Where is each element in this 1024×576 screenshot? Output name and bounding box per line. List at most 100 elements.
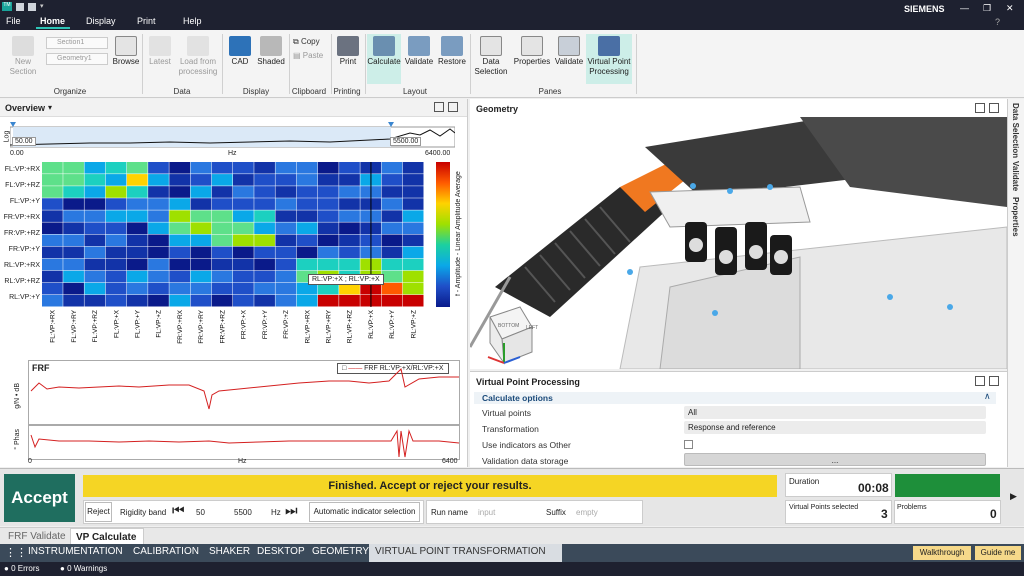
heatmap-cell[interactable] [169, 222, 191, 234]
heatmap-cell[interactable] [42, 222, 63, 234]
geometry-pin-icon[interactable] [975, 103, 985, 113]
data-selection-button[interactable]: Data Selection [474, 36, 508, 77]
heatmap-cell[interactable] [190, 294, 212, 307]
heatmap-cell[interactable] [254, 162, 275, 174]
heatmap-cell[interactable] [254, 270, 275, 283]
heatmap-cell[interactable] [233, 210, 254, 222]
heatmap-cell[interactable] [211, 270, 233, 283]
heatmap-cell[interactable] [63, 210, 84, 222]
heatmap-cell[interactable] [126, 270, 148, 283]
heatmap-cell[interactable] [402, 270, 424, 283]
heatmap-cell[interactable] [317, 174, 339, 186]
heatmap-cell[interactable] [190, 246, 212, 259]
quick-access-dropdown-icon[interactable]: ▾ [40, 2, 44, 10]
heatmap-cell[interactable] [84, 210, 106, 222]
heatmap-cell[interactable] [211, 234, 233, 247]
calculate-button[interactable]: Calculate [367, 34, 401, 84]
heatmap-cell[interactable] [190, 282, 212, 295]
tab-vp-calculate[interactable]: VP Calculate [70, 528, 144, 545]
heatmap-cell[interactable] [84, 222, 106, 234]
heatmap-cell[interactable] [339, 198, 360, 210]
heatmap-cell[interactable] [296, 162, 318, 174]
heatmap-cell[interactable] [84, 186, 106, 198]
heatmap-cell[interactable] [254, 294, 275, 307]
heatmap-cell[interactable] [254, 282, 275, 295]
heatmap-cell[interactable] [190, 270, 212, 283]
heatmap-cell[interactable] [402, 186, 424, 198]
heatmap-cell[interactable] [254, 210, 275, 222]
heatmap-cell[interactable] [296, 186, 318, 198]
heatmap-cell[interactable] [169, 174, 191, 186]
validation-storage-field[interactable]: ... [684, 453, 986, 466]
heatmap-cell[interactable] [296, 174, 318, 186]
heatmap-cell[interactable] [381, 174, 403, 186]
heatmap-cell[interactable] [169, 270, 191, 283]
accept-button[interactable]: Accept [4, 474, 75, 522]
heatmap-cell[interactable] [275, 282, 297, 295]
heatmap-cell[interactable] [105, 174, 127, 186]
heatmap-cell[interactable] [148, 294, 169, 307]
heatmap-cell[interactable] [63, 174, 84, 186]
side-tab-properties[interactable]: Properties [1011, 197, 1020, 237]
geometry-3d-view[interactable] [470, 117, 1007, 369]
menu-print[interactable]: Print [137, 16, 156, 26]
heatmap-cell[interactable] [190, 234, 212, 247]
heatmap-cell[interactable] [42, 258, 63, 271]
pane-pin-icon[interactable] [434, 102, 444, 112]
heatmap-cell[interactable] [84, 174, 106, 186]
latest-button[interactable]: Latest [146, 36, 174, 67]
heatmap-cell[interactable] [254, 222, 275, 234]
heatmap-cell[interactable] [381, 162, 403, 174]
geometry-maximize-icon[interactable] [989, 103, 999, 113]
heatmap-cell[interactable] [105, 270, 127, 283]
heatmap-cell[interactable] [169, 246, 191, 259]
heatmap-cell[interactable] [63, 258, 84, 271]
tab-calibration[interactable]: CALIBRATION [133, 546, 199, 557]
heatmap-cell[interactable] [233, 186, 254, 198]
heatmap-cell[interactable] [296, 294, 318, 307]
pane-maximize-icon[interactable] [448, 102, 458, 112]
band-low-input[interactable]: 50 [196, 508, 205, 517]
run-name-input[interactable]: input [478, 508, 495, 517]
heatmap-cell[interactable] [339, 210, 360, 222]
browse-button[interactable]: Browse [112, 36, 140, 67]
heatmap-cell[interactable] [148, 222, 169, 234]
heatmap-cell[interactable] [381, 222, 403, 234]
heatmap-cell[interactable] [169, 162, 191, 174]
apps-grid-icon[interactable]: ⋮⋮ [5, 546, 27, 559]
menu-file[interactable]: File [6, 16, 21, 26]
heatmap-cell[interactable] [63, 270, 84, 283]
fr-matrix-heatmap[interactable] [42, 162, 424, 307]
paste-button[interactable]: ▤ Paste [293, 51, 323, 60]
heatmap-cell[interactable] [63, 234, 84, 247]
heatmap-cell[interactable] [169, 282, 191, 295]
heatmap-cell[interactable] [275, 294, 297, 307]
heatmap-cell[interactable] [381, 258, 403, 271]
heatmap-cell[interactable] [63, 294, 84, 307]
heatmap-cell[interactable] [105, 186, 127, 198]
use-indicators-checkbox[interactable] [684, 440, 693, 449]
heatmap-cell[interactable] [402, 198, 424, 210]
heatmap-cell[interactable] [402, 258, 424, 271]
slider-left-value[interactable]: 50.00 [12, 137, 36, 146]
heatmap-cell[interactable] [211, 294, 233, 307]
heatmap-cell[interactable] [233, 198, 254, 210]
heatmap-cell[interactable] [402, 174, 424, 186]
heatmap-cell[interactable] [254, 198, 275, 210]
shaded-button[interactable]: Shaded [256, 36, 286, 67]
heatmap-cell[interactable] [317, 294, 339, 307]
heatmap-cell[interactable] [42, 162, 63, 174]
heatmap-cell[interactable] [126, 174, 148, 186]
heatmap-cell[interactable] [126, 246, 148, 259]
heatmap-cell[interactable] [296, 222, 318, 234]
heatmap-cell[interactable] [296, 234, 318, 247]
heatmap-cell[interactable] [402, 210, 424, 222]
heatmap-cell[interactable] [233, 258, 254, 271]
heatmap-cell[interactable] [275, 174, 297, 186]
heatmap-cell[interactable] [42, 210, 63, 222]
heatmap-cell[interactable] [233, 162, 254, 174]
heatmap-cell[interactable] [381, 294, 403, 307]
heatmap-cell[interactable] [190, 162, 212, 174]
menu-help[interactable]: Help [183, 16, 202, 26]
heatmap-cell[interactable] [63, 246, 84, 259]
